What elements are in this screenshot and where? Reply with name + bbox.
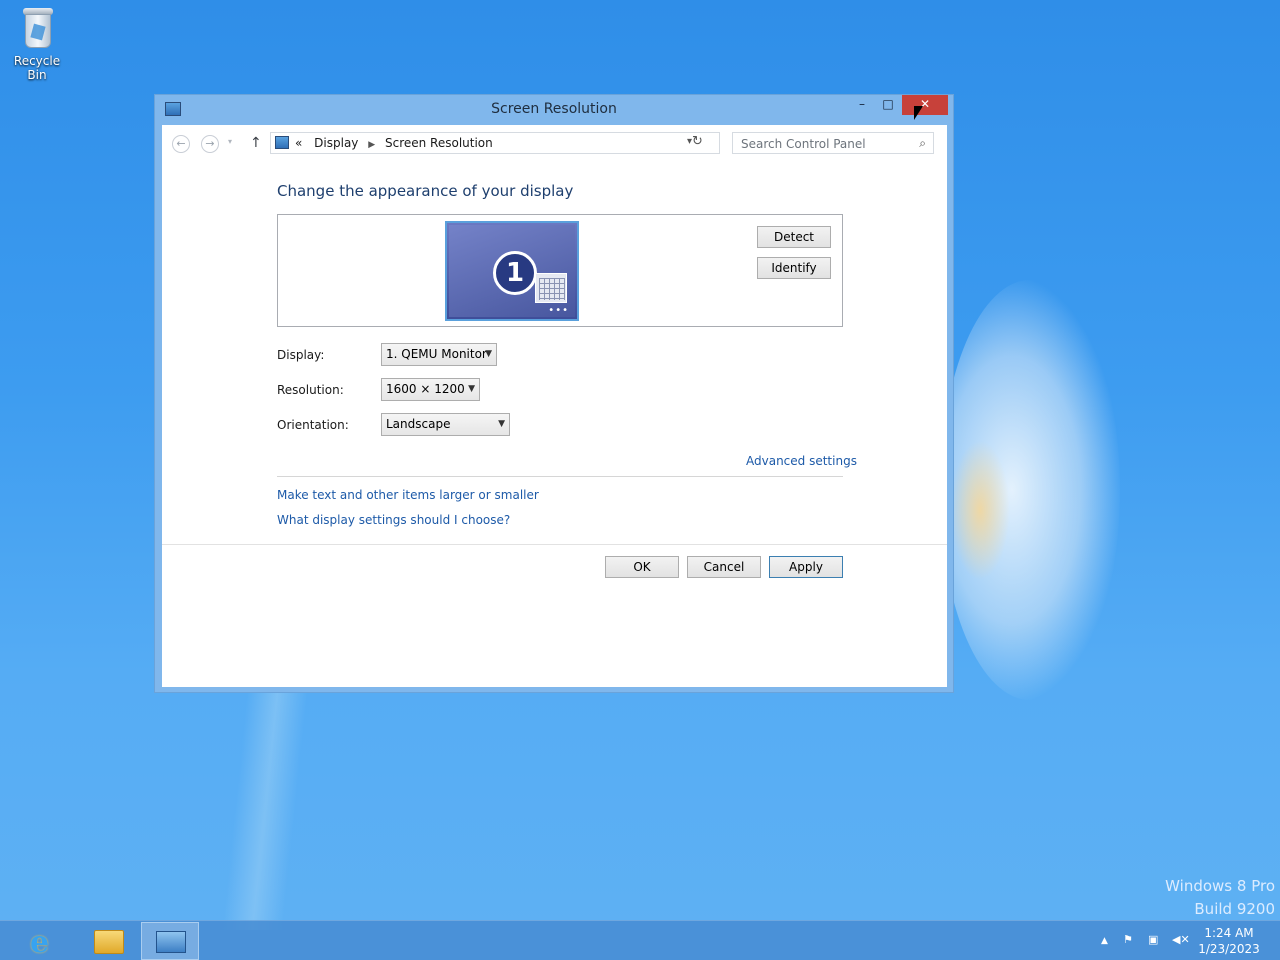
wallpaper-flower	[940, 280, 1120, 700]
show-hidden-icons-button[interactable]: ▲	[1101, 936, 1108, 946]
close-button[interactable]: ✕	[902, 95, 948, 115]
window-client: ← → ▾ ↑ « Display ▶ Screen Resolution ▾ …	[162, 125, 947, 687]
orientation-label: Orientation:	[277, 418, 349, 432]
breadcrumb-screen-resolution[interactable]: Screen Resolution	[385, 136, 493, 150]
recycle-bin-icon	[21, 6, 53, 50]
window-title: Screen Resolution	[491, 101, 617, 117]
search-placeholder: Search Control Panel	[741, 137, 866, 151]
monitor-1-thumbnail[interactable]: 1 •••	[445, 221, 579, 321]
breadcrumb-separator-icon[interactable]: ▶	[368, 140, 375, 150]
chevron-down-icon: ▼	[498, 419, 505, 429]
clock-time: 1:24 AM	[1204, 926, 1254, 940]
divider	[277, 476, 843, 477]
ok-button[interactable]: OK	[605, 556, 679, 578]
chevron-down-icon: ▼	[485, 349, 492, 359]
forward-arrow-icon[interactable]: →	[201, 135, 219, 153]
wallpaper-flower-center	[950, 440, 1010, 580]
taskbar-control-panel[interactable]	[141, 922, 199, 960]
chevron-down-icon: ▼	[468, 384, 475, 394]
flag-icon[interactable]: ⚑	[1123, 933, 1133, 946]
breadcrumb-display[interactable]: Display	[314, 136, 358, 150]
recent-pages-chevron-icon[interactable]: ▾	[228, 137, 232, 146]
breadcrumb: « Display ▶ Screen Resolution	[295, 136, 493, 150]
address-bar[interactable]: « Display ▶ Screen Resolution ▾	[270, 132, 720, 154]
windows-edition: Windows 8 Pro	[1165, 877, 1275, 895]
identify-button[interactable]: Identify	[757, 257, 831, 279]
breadcrumb-overflow[interactable]: «	[295, 136, 302, 150]
display-select-value: 1. QEMU Monitor	[386, 347, 487, 361]
apply-button[interactable]: Apply	[769, 556, 843, 578]
minimize-button[interactable]: –	[849, 95, 875, 115]
monitor-dots-icon: •••	[548, 305, 569, 316]
search-icon[interactable]: ⌕	[919, 136, 926, 151]
orientation-select-value: Landscape	[386, 417, 451, 431]
clock-date: 1/23/2023	[1198, 942, 1260, 956]
screen-resolution-window: Screen Resolution – □ ✕ ← → ▾ ↑ « Displa…	[154, 94, 954, 693]
network-icon[interactable]: ▣	[1148, 933, 1158, 946]
page-title: Change the appearance of your display	[277, 182, 574, 200]
resolution-label: Resolution:	[277, 383, 344, 397]
calculator-grid-icon	[535, 273, 567, 303]
refresh-icon[interactable]: ↻	[692, 134, 703, 149]
resolution-select[interactable]: 1600 × 1200 ▼	[381, 378, 480, 401]
monitor-number: 1	[493, 251, 537, 295]
back-arrow-icon[interactable]: ←	[172, 135, 190, 153]
navigation-bar: ← → ▾ ↑ « Display ▶ Screen Resolution ▾ …	[162, 125, 947, 163]
windows-build: Build 9200	[1194, 900, 1275, 918]
volume-muted-icon[interactable]: ◀✕	[1172, 933, 1190, 946]
clock[interactable]: 1:24 AM 1/23/2023	[1196, 925, 1262, 957]
cancel-button[interactable]: Cancel	[687, 556, 761, 578]
control-panel-icon	[275, 136, 289, 149]
resolution-select-value: 1600 × 1200	[386, 382, 465, 396]
taskbar-internet-explorer[interactable]: e	[18, 922, 76, 960]
text-size-link[interactable]: Make text and other items larger or smal…	[277, 488, 539, 502]
footer-divider	[162, 544, 947, 545]
display-label: Display:	[277, 348, 325, 362]
ie-icon: e	[30, 925, 50, 960]
advanced-settings-link[interactable]: Advanced settings	[746, 454, 857, 468]
title-bar[interactable]: Screen Resolution – □ ✕	[155, 95, 953, 125]
control-panel-icon	[156, 931, 186, 953]
display-help-link[interactable]: What display settings should I choose?	[277, 513, 510, 527]
detect-button[interactable]: Detect	[757, 226, 831, 248]
maximize-button[interactable]: □	[875, 95, 901, 115]
recycle-bin-label: Recycle Bin	[13, 54, 61, 82]
up-arrow-icon[interactable]: ↑	[250, 135, 262, 151]
search-input[interactable]: Search Control Panel ⌕	[732, 132, 934, 154]
taskbar-file-explorer[interactable]	[80, 922, 138, 960]
desktop-icon-recycle-bin[interactable]: Recycle Bin	[4, 6, 70, 82]
wallpaper-stem	[222, 690, 308, 930]
display-preview: 1 ••• Detect Identify	[277, 214, 843, 327]
taskbar: e ▲ ⚑ ▣ ◀✕ 1:24 AM 1/23/2023	[0, 920, 1280, 960]
orientation-select[interactable]: Landscape ▼	[381, 413, 510, 436]
display-select[interactable]: 1. QEMU Monitor ▼	[381, 343, 497, 366]
folder-icon	[94, 930, 124, 954]
mouse-cursor-icon	[914, 106, 923, 120]
